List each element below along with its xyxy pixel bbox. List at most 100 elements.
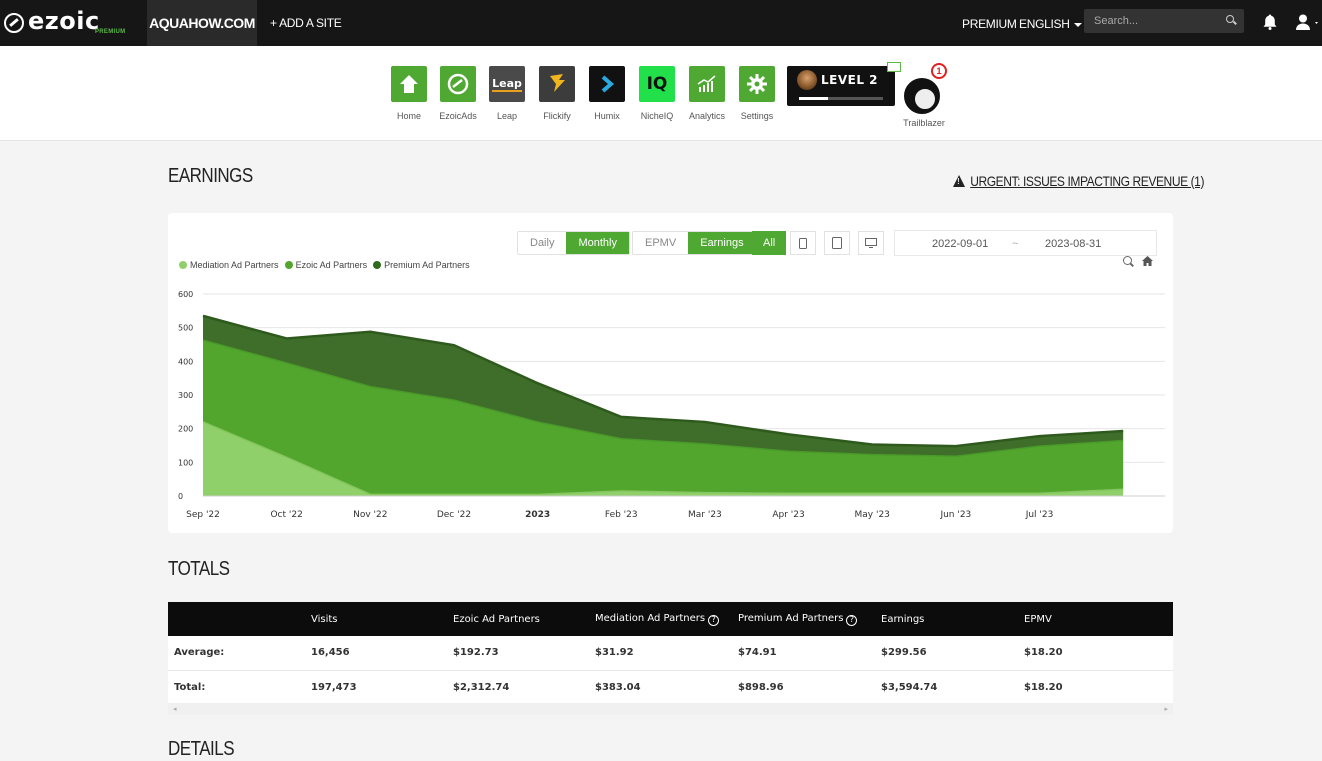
app-flickify[interactable]: Flickify: [537, 66, 577, 121]
date-range-picker[interactable]: 2022-09-01 ~ 2023-08-31: [894, 230, 1157, 256]
x-tick-label: Oct '22: [270, 510, 302, 520]
reset-zoom-home-icon[interactable]: [1142, 256, 1153, 266]
column-header: Ezoic Ad Partners: [453, 602, 595, 636]
legend-swatch: [179, 261, 187, 269]
row-label: Average:: [168, 636, 311, 671]
desktop-icon: [865, 238, 877, 248]
mobile-device-button[interactable]: [790, 231, 816, 255]
nicheiq-tile: IQ: [639, 66, 675, 102]
table-cell: $18.20: [1024, 670, 1173, 705]
table-cell: $18.20: [1024, 636, 1173, 671]
notification-badge: 1: [931, 63, 947, 79]
desktop-device-button[interactable]: [858, 231, 884, 255]
y-tick-label: 300: [178, 391, 193, 400]
daily-button[interactable]: Daily: [518, 232, 566, 254]
table-cell: 197,473: [311, 670, 453, 705]
app-analytics[interactable]: Analytics: [687, 66, 727, 121]
legend-item-premium[interactable]: Premium Ad Partners: [373, 260, 470, 270]
add-site-link[interactable]: + ADD A SITE: [270, 16, 342, 30]
analytics-icon: [697, 75, 716, 92]
language-dropdown[interactable]: ENGLISH: [1019, 17, 1082, 31]
table-row: Total: 197,473 $2,312.74 $383.04 $898.96…: [168, 670, 1173, 705]
humix-icon: [601, 75, 615, 93]
x-tick-label: Sep '22: [186, 510, 220, 520]
x-tick-label: Dec '22: [437, 510, 471, 520]
date-separator: ~: [1012, 238, 1019, 250]
chart-legend: Mediation Ad Partners Ezoic Ad Partners …: [179, 260, 470, 270]
date-from: 2022-09-01: [932, 238, 989, 250]
details-title: DETAILS: [168, 738, 235, 760]
zoom-icon[interactable]: [1123, 256, 1132, 265]
ezoic-logo[interactable]: ezoic PREMIUM: [0, 0, 147, 46]
level-badge[interactable]: LEVEL 2: [787, 66, 895, 106]
app-leap[interactable]: Leap Leap: [487, 66, 527, 121]
legend-label: Ezoic Ad Partners: [295, 260, 368, 270]
table-cell: $31.92: [595, 636, 738, 671]
site-selector[interactable]: AQUAHOW.COM: [147, 0, 257, 46]
analytics-tile: [689, 66, 725, 102]
table-row: Average: 16,456 $192.73 $31.92 $74.91 $2…: [168, 636, 1173, 671]
leap-icon: Leap: [492, 76, 522, 92]
totals-title: TOTALS: [168, 558, 230, 580]
app-home[interactable]: Home: [389, 66, 429, 121]
table-cell: $299.56: [881, 636, 1024, 671]
ezoic-logo-icon: [4, 13, 24, 33]
period-toggle: Daily Monthly: [517, 231, 630, 255]
search-box: [1084, 9, 1244, 33]
epmv-button[interactable]: EPMV: [633, 232, 688, 254]
table-cell: $3,594.74: [881, 670, 1024, 705]
search-input[interactable]: [1084, 9, 1214, 33]
app-nicheiq[interactable]: IQ NicheIQ: [637, 66, 677, 121]
app-label: Trailblazer: [903, 118, 945, 128]
column-header: Premium Ad Partners?: [738, 602, 881, 636]
x-tick-label: May '23: [855, 510, 890, 520]
y-tick-label: 200: [178, 425, 193, 434]
help-icon[interactable]: ?: [708, 614, 720, 626]
mail-icon[interactable]: [887, 62, 901, 72]
table-header-row: Visits Ezoic Ad Partners Mediation Ad Pa…: [168, 602, 1173, 636]
trailblazer-icon: [904, 78, 940, 114]
legend-item-ezoic[interactable]: Ezoic Ad Partners: [284, 260, 368, 270]
app-ezoicads[interactable]: EzoicAds: [438, 66, 478, 121]
language-label: ENGLISH: [1019, 17, 1070, 31]
legend-item-mediation[interactable]: Mediation Ad Partners: [179, 260, 279, 270]
table-cell: $383.04: [595, 670, 738, 705]
app-label: Settings: [740, 111, 774, 121]
avatar: [797, 70, 817, 90]
level-progress-fill: [799, 97, 829, 100]
device-all-toggle: All: [752, 231, 787, 255]
earnings-area-chart: 0 100 200 300 400 500 600 Sep '22 Oct '22 Nov '22…: [178, 290, 1165, 520]
x-tick-label: Nov '22: [353, 510, 387, 520]
all-devices-button[interactable]: All: [752, 231, 787, 255]
phone-icon: [799, 237, 807, 249]
app-settings[interactable]: Settings: [737, 66, 777, 121]
ezoicads-icon: [447, 73, 469, 95]
horizontal-scrollbar[interactable]: ◂ ▸: [168, 703, 1173, 715]
row-label: Total:: [168, 670, 311, 705]
scroll-right-icon[interactable]: ▸: [1164, 705, 1168, 713]
user-menu-icon[interactable]: [1296, 14, 1318, 30]
scroll-left-icon[interactable]: ◂: [173, 705, 177, 713]
home-tile: [391, 66, 427, 102]
x-tick-label: Feb '23: [605, 510, 638, 520]
humix-tile: [589, 66, 625, 102]
ezoicads-tile: [440, 66, 476, 102]
tablet-device-button[interactable]: [824, 231, 850, 255]
search-icon[interactable]: [1226, 15, 1234, 23]
premium-link[interactable]: PREMIUM: [962, 17, 1017, 31]
table-cell: $192.73: [453, 636, 595, 671]
flickify-icon: [550, 74, 565, 92]
app-humix[interactable]: Humix: [587, 66, 627, 121]
urgent-text: URGENT: ISSUES IMPACTING REVENUE (1): [970, 173, 1205, 189]
level-label: LEVEL 2: [821, 73, 879, 87]
urgent-issues-link[interactable]: URGENT: ISSUES IMPACTING REVENUE (1): [953, 173, 1204, 189]
monthly-button[interactable]: Monthly: [566, 232, 629, 254]
earnings-button[interactable]: Earnings: [688, 232, 756, 254]
table-cell: $74.91: [738, 636, 881, 671]
column-header: Earnings: [881, 602, 1024, 636]
caret-down-icon: [1073, 22, 1082, 27]
leap-tile: Leap: [489, 66, 525, 102]
legend-label: Premium Ad Partners: [384, 260, 470, 270]
help-icon[interactable]: ?: [846, 614, 858, 626]
bell-icon[interactable]: [1263, 14, 1277, 30]
